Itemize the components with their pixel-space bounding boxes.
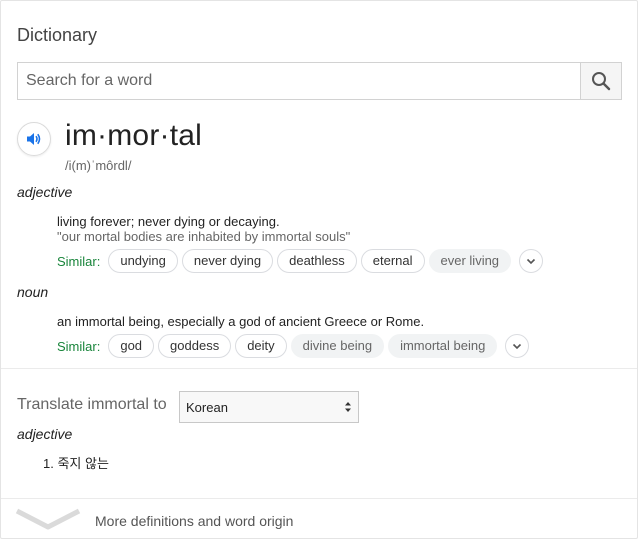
similar-chip[interactable]: never dying: [181, 249, 274, 273]
similar-chip[interactable]: deity: [235, 334, 287, 358]
chevron-down-icon[interactable]: [15, 507, 81, 531]
search-button[interactable]: [580, 63, 621, 99]
search-icon: [592, 72, 611, 91]
chevron-down-icon: [513, 343, 522, 350]
card-title: Dictionary: [17, 25, 98, 45]
chevron-down-icon: [526, 258, 536, 265]
similar-chip[interactable]: eternal: [360, 249, 425, 273]
up-down-arrows-icon: [345, 402, 351, 412]
expand-similar-button[interactable]: [505, 334, 530, 358]
search-input[interactable]: [18, 63, 580, 99]
similar-label: Similar:: [57, 253, 101, 269]
headword: im·mor·tal: [65, 119, 202, 152]
translate-label: Translate immortal to: [17, 396, 167, 413]
similar-words: Similar: god goddess deity divine being …: [57, 334, 530, 358]
similar-chip[interactable]: undying: [108, 249, 178, 273]
similar-words: Similar: undying never dying deathless e…: [57, 249, 544, 273]
search-box: [17, 62, 622, 100]
part-of-speech: adjective: [17, 184, 73, 200]
similar-chip[interactable]: god: [108, 334, 155, 358]
definition: an immortal being, especially a god of a…: [57, 314, 425, 329]
pronunciation-button[interactable]: [17, 122, 51, 156]
similar-chip[interactable]: goddess: [158, 334, 232, 358]
similar-chip[interactable]: divine being: [290, 334, 385, 358]
similar-label: Similar:: [57, 338, 101, 354]
translation-item: 1. 죽지 않는: [43, 456, 109, 471]
similar-chip[interactable]: ever living: [428, 249, 512, 273]
phonetic: /i(m)ˈmôrdl/: [65, 158, 132, 173]
more-definitions-link[interactable]: More definitions and word origin: [95, 513, 293, 529]
example-sentence: "our mortal bodies are inhabited by immo…: [57, 229, 351, 244]
similar-chip[interactable]: immortal being: [388, 334, 498, 358]
speaker-icon: [27, 133, 41, 145]
language-select-value: Korean: [186, 399, 228, 415]
divider: [1, 498, 637, 499]
dictionary-card: Dictionary im·mor·tal /i(m)ˈmôrdl/ adjec…: [0, 0, 638, 539]
expand-similar-button[interactable]: [519, 249, 544, 273]
similar-chip[interactable]: deathless: [277, 249, 357, 273]
language-select[interactable]: Korean: [179, 391, 359, 423]
divider: [1, 368, 637, 369]
translate-part-of-speech: adjective: [17, 426, 73, 442]
part-of-speech: noun: [17, 284, 49, 300]
definition: living forever; never dying or decaying.: [57, 214, 280, 229]
